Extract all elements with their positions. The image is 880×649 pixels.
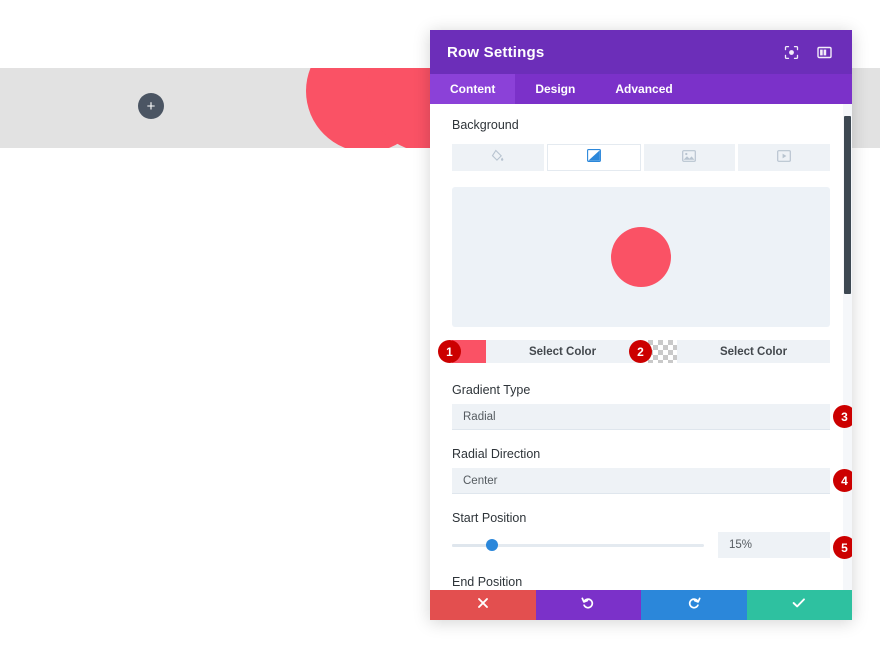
start-position-track bbox=[452, 539, 704, 551]
annotation-badge-3: 3 bbox=[833, 405, 852, 428]
start-position-slider[interactable] bbox=[452, 535, 704, 555]
gradient-type-value: Radial bbox=[463, 410, 496, 423]
color-stop-1[interactable]: Select Color 1 bbox=[438, 340, 639, 363]
start-position-group: Start Position 15% 5 bbox=[452, 511, 852, 559]
annotation-badge-1: 1 bbox=[438, 340, 461, 363]
annotation-badge-5: 5 bbox=[833, 536, 852, 559]
modal-scrollbar-track[interactable] bbox=[843, 104, 852, 590]
image-icon bbox=[682, 149, 697, 167]
gradient-type-label: Gradient Type bbox=[452, 383, 531, 397]
color-stop-2-label: Select Color bbox=[719, 345, 788, 358]
gradient-type-group: Gradient Type Radial 3 bbox=[452, 383, 852, 430]
modal-tab-bar: Content Design Advanced bbox=[430, 74, 852, 104]
start-position-label: Start Position bbox=[452, 511, 527, 525]
add-module-button[interactable]: + bbox=[138, 93, 164, 119]
background-color-tab[interactable] bbox=[452, 144, 544, 171]
color-stop-1-label: Select Color bbox=[528, 345, 597, 358]
check-icon bbox=[792, 596, 806, 614]
radial-direction-value: Center bbox=[463, 474, 498, 487]
gradient-preview-circle bbox=[611, 227, 671, 287]
background-section-label: Background bbox=[452, 118, 519, 132]
end-position-label: End Position bbox=[452, 575, 523, 589]
undo-button[interactable] bbox=[535, 590, 641, 620]
start-position-input[interactable]: 15% bbox=[718, 532, 830, 558]
background-type-selector bbox=[452, 144, 830, 171]
redo-button[interactable] bbox=[641, 590, 747, 620]
radial-direction-label: Radial Direction bbox=[452, 447, 541, 461]
redo-icon bbox=[687, 596, 701, 615]
cancel-button[interactable] bbox=[430, 590, 536, 620]
modal-title: Row Settings bbox=[447, 43, 545, 61]
gradient-color-stops: Select Color 1 Select Color 2 bbox=[438, 340, 830, 363]
radial-direction-group: Radial Direction Center 4 bbox=[452, 447, 852, 494]
background-image-tab[interactable] bbox=[643, 144, 736, 171]
background-video-tab[interactable] bbox=[738, 144, 830, 171]
end-position-group: End Position 15% 6 bbox=[452, 575, 830, 590]
modal-scroll-area: Background Select Color 1 Select Color 2… bbox=[430, 104, 852, 590]
background-gradient-tab[interactable] bbox=[546, 144, 641, 171]
video-icon bbox=[777, 149, 792, 167]
start-position-value: 15% bbox=[729, 539, 753, 551]
tab-advanced-label: Advanced bbox=[615, 82, 673, 96]
gradient-type-select[interactable]: Radial bbox=[452, 404, 830, 430]
tab-advanced[interactable]: Advanced bbox=[595, 74, 692, 104]
modal-body: Background Select Color 1 Select Color 2… bbox=[430, 104, 852, 590]
tab-design[interactable]: Design bbox=[515, 74, 595, 104]
gradient-preview bbox=[452, 187, 830, 327]
tab-content[interactable]: Content bbox=[430, 74, 516, 104]
save-button[interactable] bbox=[746, 590, 852, 620]
start-position-handle[interactable] bbox=[486, 539, 499, 551]
start-position-slider-row: 15% bbox=[452, 532, 830, 558]
tab-content-label: Content bbox=[450, 82, 496, 96]
modal-header: Row Settings bbox=[430, 30, 852, 74]
add-module-label: + bbox=[146, 97, 156, 115]
close-icon bbox=[477, 596, 489, 614]
color-stop-2[interactable]: Select Color 2 bbox=[629, 340, 830, 363]
radial-direction-select[interactable]: Center bbox=[452, 468, 830, 494]
annotation-badge-2: 2 bbox=[629, 340, 652, 363]
modal-scrollbar-thumb[interactable] bbox=[844, 116, 851, 294]
gradient-icon bbox=[586, 148, 601, 167]
focus-icon[interactable] bbox=[780, 41, 802, 63]
row-settings-modal: Row Settings Content Design Advanced Bac… bbox=[430, 30, 852, 620]
modal-footer bbox=[430, 590, 852, 620]
annotation-badge-4: 4 bbox=[833, 469, 852, 492]
layout-panel-icon[interactable] bbox=[813, 41, 835, 63]
tab-design-label: Design bbox=[535, 82, 576, 96]
undo-icon bbox=[581, 596, 595, 615]
paint-bucket-icon bbox=[491, 149, 504, 167]
